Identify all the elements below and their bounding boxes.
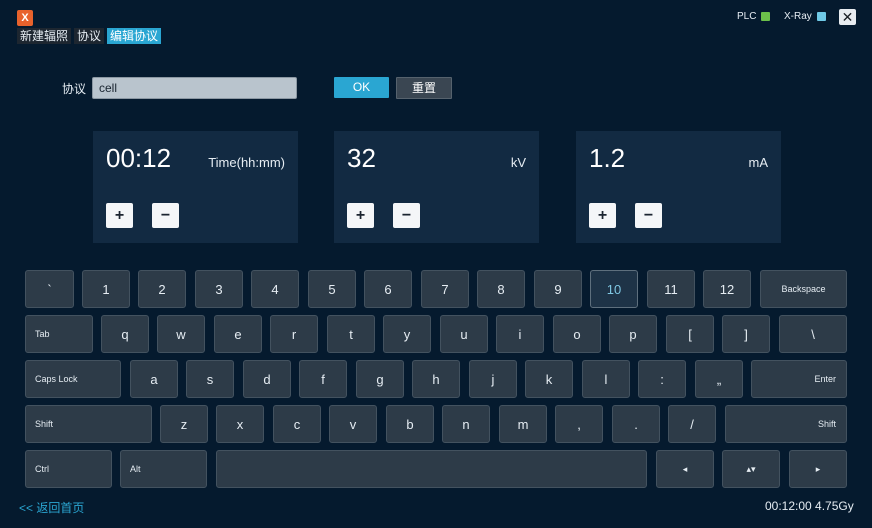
key-tab[interactable]: Tab (25, 315, 93, 353)
key-i[interactable]: i (496, 315, 544, 353)
key-arrow-right[interactable]: ▸ (789, 450, 847, 488)
time-unit: Time(hh:mm) (208, 155, 285, 170)
key-colon[interactable]: : (638, 360, 686, 398)
time-minus-button[interactable]: − (152, 203, 179, 228)
app-logo: X (17, 10, 33, 26)
key-left-bracket[interactable]: [ (666, 315, 714, 353)
key-v[interactable]: v (329, 405, 377, 443)
key-backslash[interactable]: \ (779, 315, 847, 353)
xray-status: X-Ray (784, 11, 826, 22)
tab-bar: 新建辐照 协议 编辑协议 (17, 28, 162, 44)
close-icon[interactable]: ✕ (839, 9, 856, 25)
protocol-name-input[interactable] (92, 77, 297, 99)
key-enter[interactable]: Enter (751, 360, 847, 398)
key-z[interactable]: z (160, 405, 208, 443)
time-value: 00:12 (106, 143, 172, 173)
key-ctrl[interactable]: Ctrl (25, 450, 112, 488)
time-card: 00:12 Time(hh:mm) + − (93, 131, 298, 243)
key-quote[interactable]: „ (695, 360, 743, 398)
key-backtick[interactable]: ` (25, 270, 74, 308)
key-shift-left[interactable]: Shift (25, 405, 152, 443)
key-12[interactable]: 12 (703, 270, 751, 308)
key-4[interactable]: 4 (251, 270, 299, 308)
xray-indicator (816, 12, 826, 21)
plc-status: PLC (737, 11, 771, 22)
key-o[interactable]: o (553, 315, 601, 353)
key-period[interactable]: . (612, 405, 660, 443)
key-l[interactable]: l (582, 360, 630, 398)
kv-plus-button[interactable]: + (347, 203, 374, 228)
key-6[interactable]: 6 (364, 270, 412, 308)
key-u[interactable]: u (440, 315, 488, 353)
key-m[interactable]: m (499, 405, 547, 443)
tab-edit-protocol[interactable]: 编辑协议 (107, 28, 162, 44)
key-p[interactable]: p (609, 315, 657, 353)
key-t[interactable]: t (327, 315, 375, 353)
kv-card: 32 kV + − (334, 131, 539, 243)
kv-value: 32 (347, 143, 376, 173)
key-n[interactable]: n (442, 405, 490, 443)
ma-card: 1.2 mA + − (576, 131, 781, 243)
key-j[interactable]: j (469, 360, 517, 398)
tab-protocol[interactable]: 协议 (74, 28, 105, 44)
key-arrow-up-down[interactable]: ▴▾ (722, 450, 780, 488)
key-9[interactable]: 9 (534, 270, 582, 308)
key-b[interactable]: b (386, 405, 434, 443)
dose-status: 00:12:00 4.75Gy (765, 499, 854, 513)
key-q[interactable]: q (101, 315, 149, 353)
kv-unit: kV (510, 155, 526, 170)
key-2[interactable]: 2 (138, 270, 186, 308)
key-7[interactable]: 7 (421, 270, 469, 308)
key-h[interactable]: h (412, 360, 460, 398)
key-8[interactable]: 8 (477, 270, 525, 308)
plc-indicator (761, 12, 771, 21)
key-10[interactable]: 10 (590, 270, 638, 308)
key-backspace[interactable]: Backspace (760, 270, 847, 308)
xray-label: X-Ray (784, 11, 812, 22)
key-x[interactable]: x (216, 405, 264, 443)
key-comma[interactable]: , (555, 405, 603, 443)
key-3[interactable]: 3 (195, 270, 243, 308)
key-w[interactable]: w (157, 315, 205, 353)
key-g[interactable]: g (356, 360, 404, 398)
key-caps-lock[interactable]: Caps Lock (25, 360, 121, 398)
plc-label: PLC (737, 11, 757, 22)
kv-minus-button[interactable]: − (393, 203, 420, 228)
ma-value: 1.2 (589, 143, 626, 173)
back-home-link[interactable]: << 返回首页 (19, 499, 84, 516)
key-right-bracket[interactable]: ] (722, 315, 770, 353)
key-a[interactable]: a (130, 360, 178, 398)
key-r[interactable]: r (270, 315, 318, 353)
key-11[interactable]: 11 (647, 270, 695, 308)
key-d[interactable]: d (243, 360, 291, 398)
key-k[interactable]: k (525, 360, 573, 398)
key-y[interactable]: y (383, 315, 431, 353)
key-s[interactable]: s (186, 360, 234, 398)
key-arrow-left[interactable]: ◂ (656, 450, 714, 488)
ok-button[interactable]: OK (334, 77, 389, 98)
key-space[interactable] (216, 450, 647, 488)
key-5[interactable]: 5 (308, 270, 356, 308)
key-c[interactable]: c (273, 405, 321, 443)
protocol-label: 协议 (62, 82, 87, 96)
key-alt[interactable]: Alt (120, 450, 207, 488)
reset-button[interactable]: 重置 (396, 77, 452, 99)
key-f[interactable]: f (299, 360, 347, 398)
time-plus-button[interactable]: + (106, 203, 133, 228)
tab-new-irradiation[interactable]: 新建辐照 (17, 28, 72, 44)
key-1[interactable]: 1 (82, 270, 130, 308)
key-shift-right[interactable]: Shift (725, 405, 847, 443)
ma-unit: mA (748, 155, 769, 170)
ma-plus-button[interactable]: + (589, 203, 616, 228)
key-slash[interactable]: / (668, 405, 716, 443)
ma-minus-button[interactable]: − (635, 203, 662, 228)
key-e[interactable]: e (214, 315, 262, 353)
